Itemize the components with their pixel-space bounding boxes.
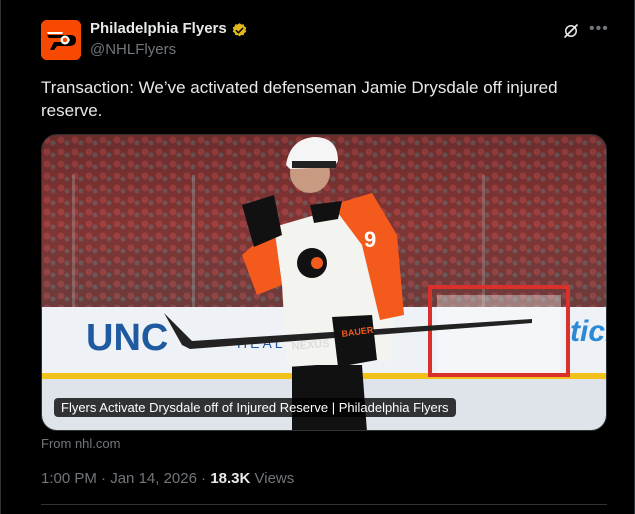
tweet-text: Transaction: We’ve activated defenseman … (41, 78, 558, 120)
tweet-card: Philadelphia Flyers @NHLFlyers ••• Trans… (0, 0, 635, 514)
hockey-player-photo: UNC HEALTH tick 9 (42, 135, 607, 430)
author-handle[interactable]: @NHLFlyers (90, 41, 176, 58)
link-card-caption[interactable]: Flyers Activate Drysdale off of Injured … (54, 398, 456, 417)
tweet-date[interactable]: Jan 14, 2026 (110, 470, 197, 487)
divider (41, 504, 607, 505)
link-card-image[interactable]: UNC HEALTH tick 9 (41, 134, 607, 431)
board-ad-left: UNC (86, 317, 168, 359)
tweet-time[interactable]: 1:00 PM (41, 470, 97, 487)
views-label: Views (254, 470, 295, 487)
board-ad-right: tick (570, 315, 607, 348)
tweet-meta: 1:00 PM · Jan 14, 2026 · 18.3K Views (41, 470, 294, 487)
jersey-number: 9 (364, 227, 376, 252)
avatar[interactable] (41, 20, 81, 60)
verified-badge-icon (232, 23, 247, 37)
more-options-icon[interactable]: ••• (589, 20, 609, 38)
meta-separator-2: · (201, 470, 207, 487)
views-count: 18.3K (210, 470, 251, 487)
flyers-logo-icon (41, 20, 81, 60)
link-source[interactable]: From nhl.com (41, 436, 120, 451)
author-name[interactable]: Philadelphia Flyers (90, 20, 227, 37)
meta-separator: · (101, 470, 107, 487)
grok-icon[interactable] (562, 22, 580, 40)
